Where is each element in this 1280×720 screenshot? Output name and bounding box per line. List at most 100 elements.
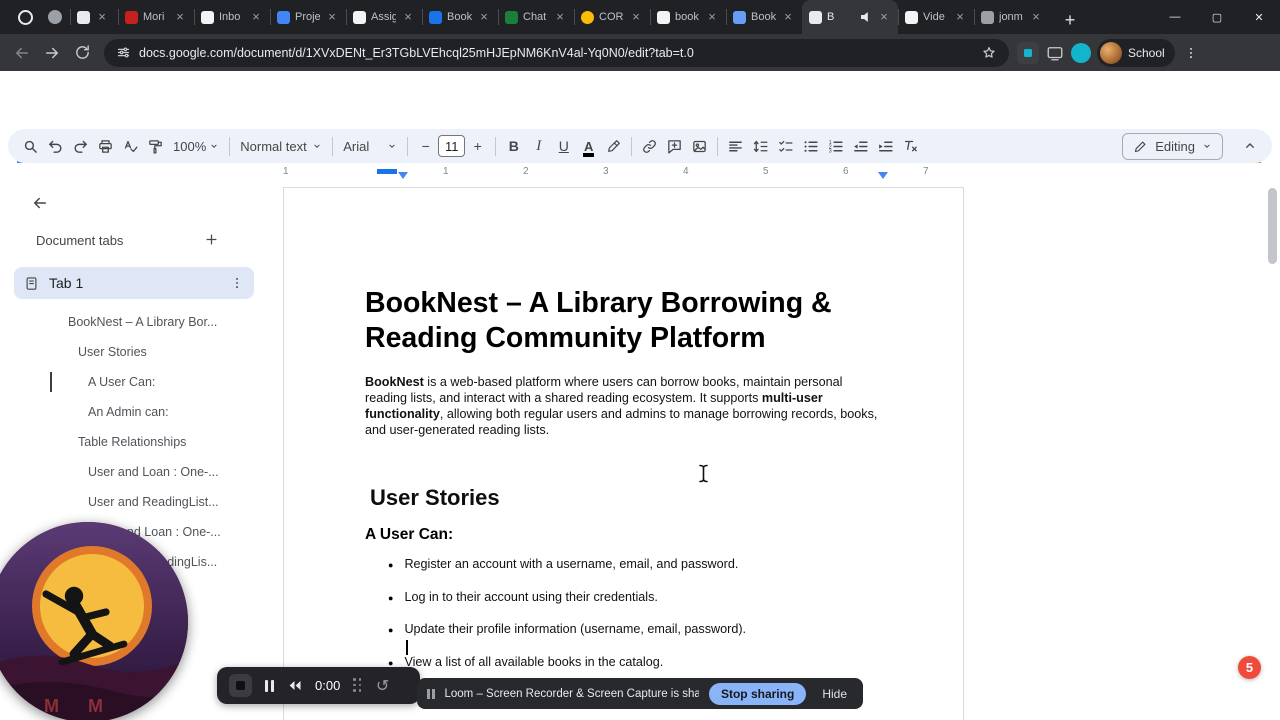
document-page[interactable]: BookNest – A Library Borrowing & Reading… <box>283 187 964 720</box>
outline-item[interactable]: User and ReadingList... <box>0 487 271 517</box>
browser-tab[interactable] <box>10 0 40 34</box>
browser-tab[interactable]: Book × <box>726 0 802 34</box>
highlight-color-icon[interactable] <box>601 133 626 159</box>
browser-tab[interactable]: book × <box>650 0 726 34</box>
tab-close-icon[interactable]: × <box>173 10 187 24</box>
tab-close-icon[interactable]: × <box>249 10 263 24</box>
tab-close-icon[interactable]: × <box>553 10 567 24</box>
font-size-input[interactable]: 11 <box>438 135 466 157</box>
browser-tab[interactable]: jonm × <box>974 0 1050 34</box>
close-panel-back-icon[interactable] <box>26 189 54 217</box>
increase-indent-icon[interactable] <box>873 133 898 159</box>
undo-icon[interactable] <box>43 133 68 159</box>
hide-notice-button[interactable]: Hide <box>816 687 853 701</box>
tab-close-icon[interactable]: × <box>629 10 643 24</box>
ruler-indent-bar[interactable] <box>377 169 397 174</box>
tab-close-icon[interactable]: × <box>477 10 491 24</box>
minimize-button[interactable]: — <box>1154 0 1196 34</box>
insert-link-icon[interactable] <box>637 133 662 159</box>
align-left-icon[interactable] <box>723 133 748 159</box>
new-tab-button[interactable]: + <box>1056 6 1084 34</box>
zoom-select[interactable]: 100% <box>168 139 224 154</box>
browser-tab[interactable]: Book × <box>422 0 498 34</box>
stop-recording-button[interactable] <box>229 674 252 697</box>
add-comment-icon[interactable] <box>662 133 687 159</box>
url-text[interactable]: docs.google.com/document/d/1XVxDENt_Er3T… <box>139 46 973 60</box>
reload-icon[interactable] <box>68 39 96 67</box>
browser-tab[interactable]: Chat × <box>498 0 574 34</box>
forward-icon[interactable] <box>38 39 66 67</box>
italic-button[interactable]: I <box>526 133 551 159</box>
outline-item[interactable]: A User Can: <box>0 367 271 397</box>
pause-recording-icon[interactable] <box>265 679 274 692</box>
tab-close-icon[interactable]: × <box>781 10 795 24</box>
cast-icon[interactable] <box>1041 39 1069 67</box>
browser-tab[interactable]: Proje × <box>270 0 346 34</box>
profile-chip[interactable]: School <box>1097 38 1175 67</box>
checklist-icon[interactable] <box>773 133 798 159</box>
outline-item[interactable]: User and Loan : One-... <box>0 457 271 487</box>
browser-tab[interactable]: COR × <box>574 0 650 34</box>
drag-handle-icon[interactable] <box>353 678 363 693</box>
tab-close-icon[interactable]: × <box>953 10 967 24</box>
browser-tab[interactable]: B × <box>802 0 898 34</box>
browser-menu-kebab-icon[interactable] <box>1177 39 1205 67</box>
right-indent-marker[interactable] <box>878 172 888 179</box>
clear-formatting-icon[interactable] <box>898 133 923 159</box>
address-bar[interactable]: docs.google.com/document/d/1XVxDENt_Er3T… <box>104 38 1009 67</box>
outline-item[interactable]: BookNest – A Library Bor... <box>0 307 271 337</box>
scrollbar-thumb[interactable] <box>1268 188 1277 264</box>
decrease-font-icon[interactable]: − <box>413 133 438 159</box>
ruler[interactable]: 1 1 2 3 4 5 6 7 <box>0 163 1280 181</box>
back-icon[interactable] <box>8 39 36 67</box>
search-menus-icon[interactable] <box>18 133 43 159</box>
increase-font-icon[interactable]: + <box>465 133 490 159</box>
bulleted-list-icon[interactable] <box>798 133 823 159</box>
browser-tab[interactable]: Assig × <box>346 0 422 34</box>
browser-tab[interactable]: × <box>70 0 118 34</box>
outline-item[interactable]: Table Relationships <box>0 427 271 457</box>
browser-tab[interactable]: Inbo × <box>194 0 270 34</box>
tab-options-kebab-icon[interactable] <box>230 276 244 290</box>
browser-tab[interactable] <box>40 0 70 34</box>
decrease-indent-icon[interactable] <box>848 133 873 159</box>
tab-close-icon[interactable]: × <box>401 10 415 24</box>
tab-close-icon[interactable]: × <box>95 10 109 24</box>
loom-camera-bubble[interactable]: M M <box>0 522 188 720</box>
tune-icon[interactable] <box>116 45 131 60</box>
tab-close-icon[interactable]: × <box>877 10 891 24</box>
line-spacing-icon[interactable] <box>748 133 773 159</box>
mode-select[interactable]: Editing <box>1122 132 1223 160</box>
restart-recording-icon[interactable]: ↺ <box>376 676 389 695</box>
left-indent-marker[interactable] <box>398 172 408 179</box>
add-document-tab-icon[interactable] <box>198 226 224 252</box>
paint-format-icon[interactable] <box>143 133 168 159</box>
browser-tab[interactable]: Vide × <box>898 0 974 34</box>
tab-close-icon[interactable]: × <box>325 10 339 24</box>
stop-sharing-button[interactable]: Stop sharing <box>708 682 807 705</box>
print-icon[interactable] <box>93 133 118 159</box>
extension-badge-icon[interactable] <box>1017 41 1039 64</box>
tab-close-icon[interactable]: × <box>705 10 719 24</box>
tab-close-icon[interactable]: × <box>1029 10 1043 24</box>
loom-comment-badge[interactable]: 5 <box>1238 656 1261 679</box>
bookmark-star-icon[interactable] <box>981 45 997 61</box>
outline-item[interactable]: User Stories <box>0 337 271 367</box>
underline-button[interactable]: U <box>551 133 576 159</box>
browser-tab[interactable]: Mori × <box>118 0 194 34</box>
rewind-icon[interactable] <box>287 679 302 692</box>
hide-menus-icon[interactable] <box>1237 133 1262 159</box>
text-color-button[interactable]: A <box>576 133 601 159</box>
outline-item[interactable]: An Admin can: <box>0 397 271 427</box>
document-tab-item[interactable]: Tab 1 <box>14 267 254 299</box>
extension-circle-icon[interactable] <box>1071 42 1091 63</box>
spellcheck-icon[interactable] <box>118 133 143 159</box>
paragraph-style-select[interactable]: Normal text <box>235 139 327 154</box>
numbered-list-icon[interactable]: 123 <box>823 133 848 159</box>
loom-control-bar[interactable]: 0:00 ↺ <box>217 667 420 704</box>
bold-button[interactable]: B <box>501 133 526 159</box>
maximize-button[interactable]: ▢ <box>1196 0 1238 34</box>
insert-image-icon[interactable] <box>687 133 712 159</box>
close-button[interactable]: ✕ <box>1238 0 1280 34</box>
redo-icon[interactable] <box>68 133 93 159</box>
